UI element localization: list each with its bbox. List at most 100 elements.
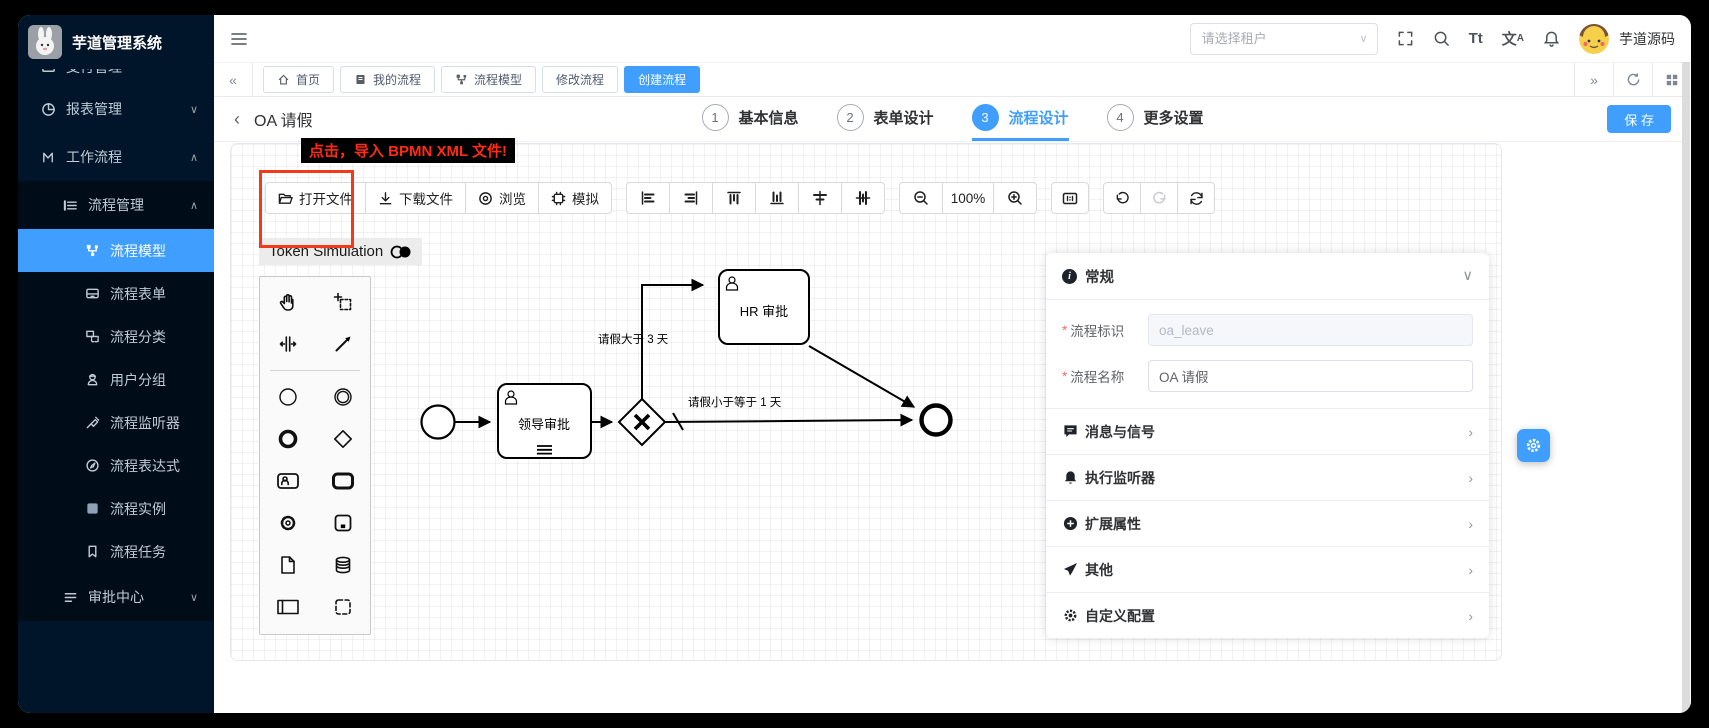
sidebar-item-process-expression[interactable]: 流程表达式	[18, 444, 214, 487]
service-task-tool-icon[interactable]	[260, 502, 315, 544]
process-name-input[interactable]	[1148, 360, 1473, 392]
panel-section-extended-attrs[interactable]: 扩展属性 ›	[1046, 500, 1489, 546]
tabs-scroll-right-icon[interactable]: »	[1574, 63, 1613, 96]
simulate-button[interactable]: 模拟	[538, 182, 612, 214]
step-basic-info[interactable]: 1 基本信息	[701, 97, 798, 141]
fullscreen-icon[interactable]	[1397, 30, 1414, 47]
save-button[interactable]: 保 存	[1607, 105, 1671, 133]
panel-section-general[interactable]: i 常规 ∨	[1046, 253, 1489, 300]
process-name-field-row: *流程名称	[1062, 360, 1473, 392]
vertical-scrollbar[interactable]	[1682, 62, 1690, 713]
align-button-group	[626, 182, 885, 214]
undo-button[interactable]	[1103, 182, 1141, 214]
sidebar-item-process-instance[interactable]: 流程实例	[18, 487, 214, 530]
sidebar-item-payment[interactable]: 支付管理	[18, 69, 214, 85]
chevron-up-icon: ∧	[190, 199, 198, 212]
tenant-select-input[interactable]	[1200, 30, 1360, 47]
tab-edit-process[interactable]: 修改流程	[542, 66, 618, 93]
zoom-reset-button[interactable]	[1051, 182, 1089, 214]
tab-home[interactable]: 首页	[263, 66, 334, 93]
align-bottom-button[interactable]	[755, 182, 799, 214]
panel-section-message-signal[interactable]: 消息与信号 ›	[1046, 408, 1489, 454]
subprocess-tool-icon[interactable]	[315, 460, 370, 502]
redo-button[interactable]	[1140, 182, 1178, 214]
bell-icon	[1062, 470, 1078, 486]
bpmn-task2-label: HR 审批	[740, 304, 788, 319]
data-store-tool-icon[interactable]	[315, 544, 370, 586]
list-box-icon	[62, 197, 78, 213]
message-bubble-icon	[1062, 424, 1078, 440]
align-center-vertical-button[interactable]	[841, 182, 885, 214]
sidebar-item-process-listener[interactable]: 流程监听器	[18, 401, 214, 444]
align-left-button[interactable]	[626, 182, 670, 214]
start-event-tool-icon[interactable]	[260, 376, 315, 418]
sidebar-item-process-management[interactable]: 流程管理 ∧	[18, 181, 214, 229]
user-avatar[interactable]	[1579, 24, 1609, 54]
user-group-icon	[84, 372, 100, 388]
data-object-tool-icon[interactable]	[260, 544, 315, 586]
chevron-right-icon: ›	[1468, 424, 1473, 440]
panel-section-custom-config[interactable]: 自定义配置 ›	[1046, 592, 1489, 638]
sidebar-item-process-form[interactable]: 流程表单	[18, 272, 214, 315]
group-tool-icon[interactable]	[315, 586, 370, 628]
zoom-in-button[interactable]	[993, 182, 1037, 214]
tab-refresh-icon[interactable]	[1613, 63, 1652, 96]
app-title: 芋道管理系统	[72, 32, 162, 53]
undo-icon	[1115, 191, 1130, 206]
workflow-icon	[40, 149, 56, 165]
search-icon[interactable]	[1433, 30, 1450, 47]
call-activity-tool-icon[interactable]	[315, 502, 370, 544]
user-task-tool-icon[interactable]	[260, 460, 315, 502]
step-form-design[interactable]: 2 表单设计	[836, 97, 933, 141]
tabs-scroll-left-icon[interactable]: «	[214, 63, 253, 96]
sidebar-item-process-model[interactable]: 流程模型	[18, 229, 214, 272]
connection-tool-icon[interactable]	[315, 323, 370, 365]
sidebar-item-workflow[interactable]: 工作流程 ∧	[18, 133, 214, 181]
zoom-out-button[interactable]	[899, 182, 943, 214]
chevron-up-icon: ∧	[190, 151, 198, 164]
username-label[interactable]: 芋道源码	[1619, 29, 1675, 49]
chevron-right-icon: ›	[1468, 562, 1473, 578]
sidebar-item-process-task[interactable]: 流程任务	[18, 530, 214, 573]
sidebar-clipped-item-wrap: 支付管理	[18, 69, 214, 85]
sidebar-item-user-group[interactable]: 用户分组	[18, 358, 214, 401]
back-icon[interactable]: ‹	[234, 109, 240, 130]
sidebar-item-approval-center[interactable]: 审批中心 ∨	[18, 573, 214, 621]
pie-chart-icon	[40, 101, 56, 117]
tab-create-process[interactable]: 创建流程	[624, 66, 700, 93]
translate-icon[interactable]: 文A	[1502, 28, 1524, 49]
hamburger-menu-icon[interactable]	[230, 31, 248, 47]
pool-tool-icon[interactable]	[260, 586, 315, 628]
settings-fab-button[interactable]	[1517, 429, 1550, 462]
sidebar-item-report[interactable]: 报表管理 ∨	[18, 85, 214, 133]
step-more-settings[interactable]: 4 更多设置	[1107, 97, 1204, 141]
align-left-icon	[640, 190, 656, 206]
tab-process-model[interactable]: 流程模型	[441, 66, 536, 93]
panel-section-execution-listener[interactable]: 执行监听器 ›	[1046, 454, 1489, 500]
end-event-tool-icon[interactable]	[260, 418, 315, 460]
zoom-level-button[interactable]: 100%	[942, 182, 994, 214]
bell-icon[interactable]	[1543, 30, 1560, 47]
process-key-field-row: *流程标识	[1062, 314, 1473, 346]
app-logo[interactable]: 芋道管理系统	[18, 15, 214, 69]
tab-my-process[interactable]: 我的流程	[340, 66, 435, 93]
sidebar-item-process-category[interactable]: 流程分类	[18, 315, 214, 358]
history-button-group	[1103, 182, 1215, 214]
download-file-button[interactable]: 下载文件	[365, 182, 466, 214]
intermediate-event-tool-icon[interactable]	[315, 376, 370, 418]
step-process-design[interactable]: 3 流程设计	[972, 97, 1069, 141]
lasso-tool-icon[interactable]	[315, 281, 370, 323]
align-center-horizontal-button[interactable]	[798, 182, 842, 214]
hand-tool-icon[interactable]	[260, 281, 315, 323]
font-size-icon[interactable]: Tt	[1469, 30, 1483, 47]
gear-icon	[1525, 437, 1542, 454]
restart-button[interactable]	[1177, 182, 1215, 214]
align-top-button[interactable]	[712, 182, 756, 214]
preview-button[interactable]: 浏览	[465, 182, 539, 214]
bpmn-diagram[interactable]: 领导审批 请假大于 3 天 HR 审批	[381, 244, 1161, 524]
align-right-button[interactable]	[669, 182, 713, 214]
tenant-select[interactable]: ∨	[1190, 23, 1378, 55]
gateway-tool-icon[interactable]	[315, 418, 370, 460]
panel-section-other[interactable]: 其他 ›	[1046, 546, 1489, 592]
space-tool-icon[interactable]	[260, 323, 315, 365]
